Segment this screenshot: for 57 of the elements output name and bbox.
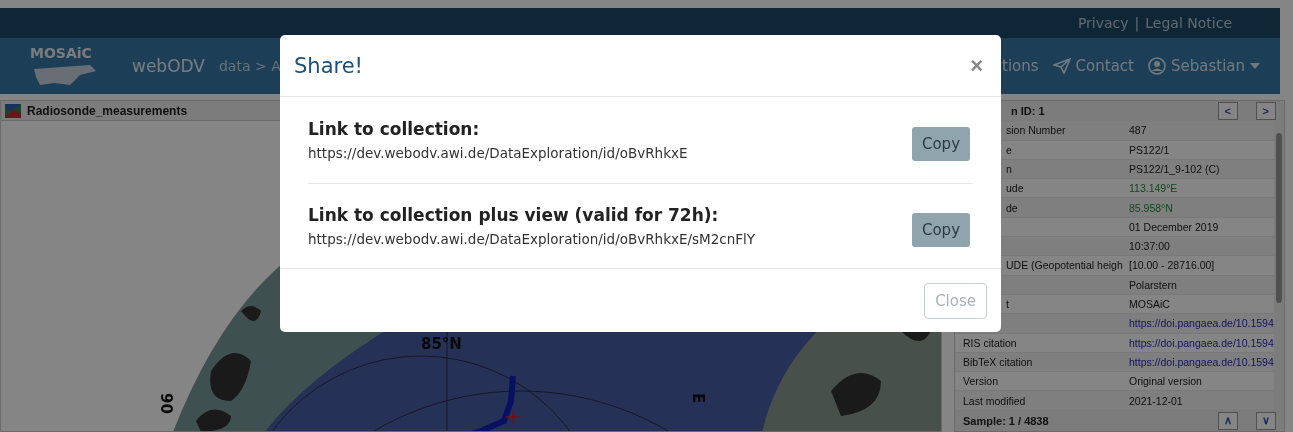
table-cell-text: 487 — [1129, 124, 1148, 137]
table-cell-text: 10:37:00 — [1129, 240, 1171, 253]
table-cell-text: RIS citation — [963, 336, 1018, 349]
table-cell-text: 113.149°E — [1129, 182, 1179, 195]
sample-nav-button[interactable]: ∨ — [1255, 411, 1276, 430]
station-nav-button[interactable]: < — [1217, 102, 1238, 121]
table-cell-text: PS122/1 — [1129, 143, 1171, 156]
table-cell-text: ude — [1006, 182, 1025, 195]
station-nav-button[interactable]: > — [1255, 102, 1276, 121]
table-cell-text: Original version — [1129, 375, 1203, 388]
table-cell-text: de — [1006, 201, 1019, 214]
copy-button[interactable]: Copy — [912, 127, 970, 161]
table-cell-text: 85.958°N — [1129, 201, 1174, 214]
paper-plane-icon — [1052, 58, 1071, 74]
table-cell-text: UDE (Geopotential heigh — [1006, 259, 1124, 272]
table-cell-text: sion Number — [1006, 124, 1067, 137]
user-icon — [1147, 57, 1166, 75]
close-button[interactable]: Close — [924, 282, 987, 319]
legal-notice-link[interactable]: Legal Notice — [1145, 15, 1232, 31]
link-heading: Link to collection plus view (valid for 72h): — [308, 205, 720, 225]
caret-icon — [1250, 63, 1260, 69]
breadcrumb[interactable]: data > A — [218, 58, 281, 74]
dialog-title: Share! — [294, 53, 364, 78]
map-axis-label: 85°N — [421, 335, 462, 353]
table-cell-text: MOSAiC — [1129, 298, 1171, 311]
map-axis-label: E — [689, 393, 707, 404]
map-axis-label: 90 — [157, 393, 175, 414]
share-url: https://dev.webodv.awi.de/DataExploration/id/oBvRhkxE — [308, 145, 689, 161]
app-name[interactable]: webODV — [132, 56, 205, 76]
table-cell-text: 2021-12-01 — [1129, 394, 1184, 407]
sample-counter: Sample: 1 / 4838 — [963, 414, 1049, 427]
nav-link[interactable]: Contact — [1052, 57, 1134, 75]
map-thumbnail-icon — [5, 103, 21, 118]
privacy-link[interactable]: Privacy — [1077, 15, 1129, 31]
link-separator: | — [1134, 15, 1140, 31]
station-id: n ID: 1 — [1011, 105, 1045, 118]
panel-title: Radiosonde_measurements — [27, 103, 188, 118]
link-heading: Link to collection: — [308, 119, 481, 139]
table-cell-text: 01 December 2019 — [1129, 220, 1220, 233]
logo-text: MOSAiC — [30, 45, 93, 61]
doi-link[interactable]: https://doi.pangaea.de/10.1594 — [1129, 355, 1274, 368]
nav-link[interactable]: tions — [1002, 57, 1039, 75]
nav-link[interactable]: Sebastian — [1147, 57, 1260, 75]
table-cell-text: PS122/1_9-102 (C) — [1129, 163, 1221, 175]
table-cell-text: t — [1006, 298, 1010, 311]
table-cell-text: BibTeX citation — [963, 355, 1034, 368]
table-cell-text: e — [1006, 143, 1013, 156]
copy-button[interactable]: Copy — [912, 213, 970, 247]
table-cell-text: Polarstern — [1129, 278, 1178, 291]
table-cell-text: Last modified — [963, 394, 1027, 407]
table-cell-text: [10.00 - 28716.00] — [1129, 259, 1216, 272]
table-cell-text: n — [1006, 163, 1013, 175]
close-button[interactable]: × — [966, 52, 987, 79]
doi-link[interactable]: https://doi.pangaea.de/10.1594 — [1129, 336, 1274, 349]
table-cell-text: Version — [963, 375, 1000, 388]
sample-nav-button[interactable]: ∧ — [1217, 411, 1238, 430]
share-url: https://dev.webodv.awi.de/DataExploration/id/oBvRhkxE/sM2cnFlY — [308, 231, 757, 247]
